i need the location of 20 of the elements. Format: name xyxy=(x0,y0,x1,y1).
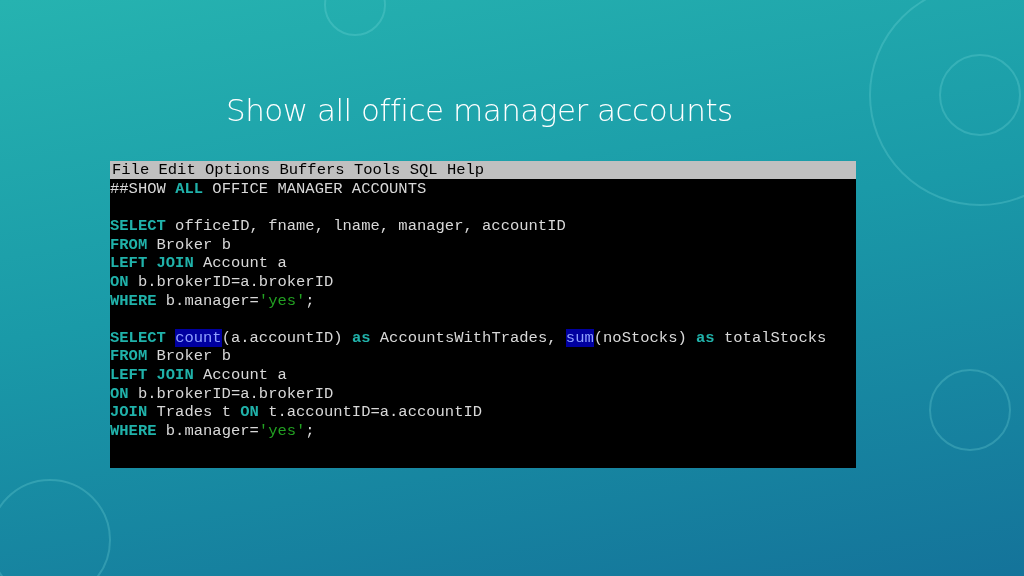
menu-item[interactable]: File xyxy=(112,161,150,179)
code-line: JOIN Trades t ON t.accountID=a.accountID xyxy=(110,403,484,422)
code-line: WHERE b.manager='yes'; xyxy=(110,291,316,311)
menu-item[interactable]: Tools xyxy=(353,161,401,179)
code-line: LEFT JOIN Account a xyxy=(110,254,288,273)
menu-item[interactable]: Buffers xyxy=(279,161,345,179)
code-line: SELECT count(a.accountID) as AccountsWithTrades, sum(noStocks) as totalStocks xyxy=(110,328,828,348)
menu-item[interactable]: Options xyxy=(205,161,271,179)
code-line: FROM Broker b xyxy=(110,235,232,255)
menu-item[interactable]: Edit xyxy=(158,161,196,179)
code-line: WHERE b.manager='yes'; xyxy=(110,421,316,441)
code-line: FROM Broker b xyxy=(110,347,232,366)
menu-item[interactable]: Help xyxy=(446,161,485,179)
menu-item[interactable]: SQL xyxy=(409,161,438,179)
slide-title: Show all office manager accounts xyxy=(226,92,733,128)
code-line: SELECT officeID, fname, lname, manager, accountID xyxy=(110,217,567,236)
code-line: ##SHOW ALL OFFICE MANAGER ACCOUNTS xyxy=(110,180,428,199)
code-line: ON b.brokerID=a.brokerID xyxy=(110,384,335,404)
code-line: ON b.brokerID=a.brokerID xyxy=(110,272,335,292)
code-line: LEFT JOIN Account a xyxy=(110,365,288,385)
